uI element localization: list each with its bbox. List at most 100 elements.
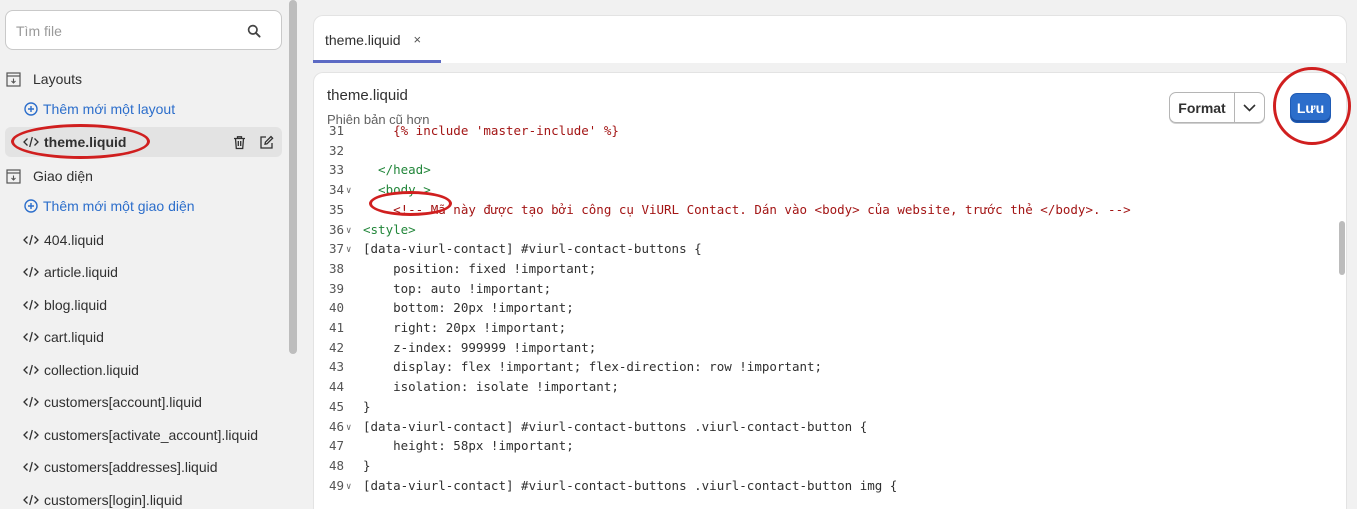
file-item[interactable]: blog.liquid	[23, 291, 107, 319]
code-line[interactable]: 47 height: 58px !important;	[314, 436, 1334, 456]
file-label: article.liquid	[44, 264, 118, 280]
code-text: z-index: 999999 !important;	[363, 339, 597, 355]
line-number: 42	[328, 339, 344, 355]
code-scrollbar[interactable]	[1339, 221, 1345, 275]
file-item[interactable]: article.liquid	[23, 258, 118, 286]
code-line[interactable]: 40 bottom: 20px !important;	[314, 298, 1334, 318]
code-text: }	[363, 457, 371, 473]
code-text: <!-- Mã này được tạo bởi công cụ ViURL C…	[363, 201, 1131, 217]
folder-label: Giao diện	[33, 168, 93, 184]
code-text: [data-viurl-contact] #viurl-contact-butt…	[363, 241, 702, 257]
folder-icon	[6, 168, 21, 184]
code-line[interactable]: 41 right: 20px !important;	[314, 318, 1334, 338]
code-text: </head>	[363, 162, 431, 178]
file-search-box[interactable]	[5, 10, 282, 50]
code-line[interactable]: 37 ∨ [data-viurl-contact] #viurl-contact-b…	[314, 239, 1334, 259]
code-line[interactable]: 33 </head>	[314, 160, 1334, 180]
code-line[interactable]: 35 <!-- Mã này được tạo bởi công cụ ViUR…	[314, 200, 1334, 220]
folder-templates[interactable]: Giao diện	[6, 162, 93, 190]
line-number: 37	[328, 241, 344, 257]
line-number: 31	[328, 123, 344, 138]
editor-title: theme.liquid	[327, 87, 408, 104]
tab-label: theme.liquid	[325, 31, 401, 48]
line-number: 35	[328, 201, 344, 217]
file-label: collection.liquid	[44, 362, 139, 378]
folder-layouts[interactable]: Layouts	[6, 65, 82, 93]
folder-label: Layouts	[33, 71, 83, 87]
file-item[interactable]: cart.liquid	[23, 323, 104, 351]
file-label: blog.liquid	[44, 297, 108, 313]
code-text: height: 58px !important;	[363, 438, 574, 454]
code-text: }	[363, 398, 371, 414]
code-text: [data-viurl-contact] #viurl-contact-butt…	[363, 418, 868, 434]
code-icon	[23, 331, 39, 343]
code-text: bottom: 20px !important;	[363, 300, 574, 316]
code-text: display: flex !important; flex-direction…	[363, 359, 823, 375]
code-text: {% include 'master-include' %}	[363, 123, 619, 138]
code-line[interactable]: 39 top: auto !important;	[314, 279, 1334, 299]
line-number: 41	[328, 320, 344, 335]
line-number: 48	[328, 457, 344, 473]
line-number: 36	[328, 221, 344, 237]
code-line[interactable]: 49 ∨ [data-viurl-contact] #viurl-contact-b…	[314, 476, 1334, 496]
line-number: 38	[328, 260, 344, 276]
line-number: 47	[328, 438, 344, 454]
plus-circle-icon	[24, 102, 38, 116]
add-layout-link[interactable]: Thêm mới một layout	[24, 95, 175, 123]
format-button-group: Format	[1169, 92, 1265, 123]
line-number: 32	[328, 142, 344, 158]
editor-tab-bar: theme.liquid ×	[313, 15, 1347, 63]
file-item[interactable]: customers[addresses].liquid	[23, 453, 218, 481]
code-line[interactable]: 31 {% include 'master-include' %}	[314, 121, 1334, 141]
file-item[interactable]: customers[login].liquid	[23, 486, 183, 509]
code-editor-panel: theme.liquid Phiên bản cũ hơn Format Lưu…	[313, 72, 1347, 509]
plus-circle-icon	[24, 199, 38, 213]
file-label: cart.liquid	[44, 329, 104, 345]
code-line[interactable]: 45}	[314, 397, 1334, 417]
code-icon	[23, 266, 39, 278]
trash-icon[interactable]	[232, 135, 247, 150]
file-label: customers[addresses].liquid	[44, 459, 218, 475]
file-label: customers[account].liquid	[44, 394, 202, 410]
sidebar-scrollbar[interactable]	[289, 0, 297, 354]
file-item[interactable]: 404.liquid	[23, 226, 104, 254]
code-line[interactable]: 38 position: fixed !important;	[314, 259, 1334, 279]
chevron-down-icon	[1243, 103, 1256, 112]
line-number: 34	[328, 182, 344, 198]
search-input[interactable]	[16, 21, 236, 41]
add-template-link[interactable]: Thêm mới một giao diện	[24, 192, 195, 220]
code-text: top: auto !important;	[363, 280, 552, 296]
tab-theme-liquid[interactable]: theme.liquid ×	[314, 16, 442, 63]
fold-chevron-icon[interactable]: ∨	[346, 478, 351, 498]
code-line[interactable]: 32	[314, 141, 1334, 161]
code-line[interactable]: 34 ∨ <body >	[314, 180, 1334, 200]
code-area[interactable]: 31 {% include 'master-include' %} 32 33 </…	[314, 123, 1346, 509]
file-item-theme-liquid[interactable]: theme.liquid	[5, 127, 282, 157]
file-label: theme.liquid	[44, 134, 127, 150]
file-item[interactable]: customers[activate_account].liquid	[23, 421, 258, 449]
file-item[interactable]: customers[account].liquid	[23, 388, 202, 416]
code-line[interactable]: 42 z-index: 999999 !important;	[314, 338, 1334, 358]
file-sidebar: Layouts Thêm mới một layout theme.liquid…	[0, 0, 298, 509]
save-button[interactable]: Lưu	[1290, 93, 1331, 123]
file-label: 404.liquid	[44, 232, 104, 248]
folder-icon	[6, 71, 21, 87]
file-item[interactable]: collection.liquid	[23, 356, 139, 384]
code-icon	[23, 234, 39, 246]
code-text: isolation: isolate !important;	[363, 379, 619, 395]
format-button[interactable]: Format	[1170, 93, 1235, 122]
code-line[interactable]: 43 display: flex !important; flex-direct…	[314, 357, 1334, 377]
code-line[interactable]: 48}	[314, 456, 1334, 476]
code-icon	[23, 396, 39, 408]
line-number: 33	[328, 162, 344, 178]
code-text: [data-viurl-contact] #viurl-contact-butt…	[363, 477, 898, 493]
search-icon[interactable]	[247, 24, 261, 38]
code-line[interactable]: 36 ∨ <style>	[314, 220, 1334, 240]
code-line[interactable]: 46 ∨ [data-viurl-contact] #viurl-contact-b…	[314, 417, 1334, 437]
code-line[interactable]: 44 isolation: isolate !important;	[314, 377, 1334, 397]
code-icon	[23, 461, 39, 473]
edit-icon[interactable]	[259, 135, 274, 150]
format-dropdown-button[interactable]	[1235, 93, 1264, 122]
close-icon[interactable]: ×	[414, 32, 422, 47]
add-template-label: Thêm mới một giao diện	[43, 198, 195, 214]
